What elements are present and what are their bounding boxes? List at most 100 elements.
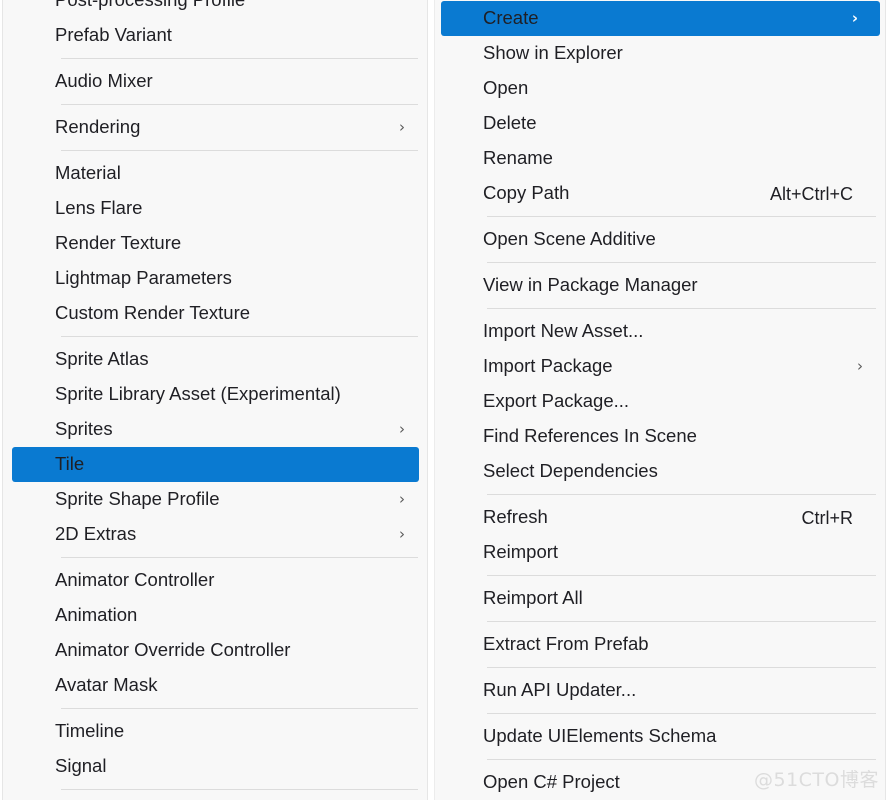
context-item-delete[interactable]: Delete	[435, 106, 885, 141]
context-item-view-in-package-manager: View in Package Manager	[435, 268, 885, 303]
menu-item-label: Sprite Atlas	[55, 348, 149, 370]
menu-item-label: Signal	[55, 755, 107, 777]
menu-item-label: Sprite Shape Profile	[55, 488, 220, 510]
context-item-run-api-updater: Run API Updater...	[435, 673, 885, 708]
chevron-right-icon: ›	[399, 490, 405, 508]
menu-item-label: Animation	[55, 604, 138, 626]
menu-item-label: Lens Flare	[55, 197, 143, 219]
menu-item-label: Copy Path	[483, 182, 570, 204]
menu-item-label: Reimport All	[483, 587, 583, 609]
context-item-open[interactable]: Open	[435, 71, 885, 106]
menu-separator	[487, 713, 876, 714]
menu-item-label: Open C# Project	[483, 771, 620, 793]
context-item-select-dependencies[interactable]: Select Dependencies	[435, 454, 885, 489]
context-item-find-references-in-scene: Find References In Scene	[435, 419, 885, 454]
create-item-lightmap-parameters[interactable]: Lightmap Parameters	[3, 261, 427, 296]
chevron-right-icon: ›	[399, 420, 405, 438]
menu-separator	[487, 216, 876, 217]
menu-separator	[487, 308, 876, 309]
menu-item-label: Animator Override Controller	[55, 639, 291, 661]
project-context-menu-list: Create › Show in Explorer Open Delete Rename C…	[435, 1, 885, 800]
create-item-sprites[interactable]: Sprites ›	[3, 412, 427, 447]
menu-separator	[61, 708, 418, 709]
create-item-animator-override-controller[interactable]: Animator Override Controller	[3, 633, 427, 668]
create-item-2d-extras[interactable]: 2D Extras ›	[3, 517, 427, 552]
context-item-import-new-asset[interactable]: Import New Asset...	[435, 314, 885, 349]
menu-item-shortcut: Ctrl+R	[801, 507, 853, 528]
create-submenu-list: Post-processing Profile Prefab Variant Aud…	[3, 0, 427, 790]
menu-item-label: Delete	[483, 112, 537, 134]
create-item-signal[interactable]: Signal	[3, 749, 427, 784]
create-item-material[interactable]: Material	[3, 156, 427, 191]
menu-separator	[61, 789, 418, 790]
create-item-lens-flare[interactable]: Lens Flare	[3, 191, 427, 226]
create-item-animation[interactable]: Animation	[3, 598, 427, 633]
menu-item-shortcut: Alt+Ctrl+C	[769, 183, 853, 204]
context-item-update-uielements-schema[interactable]: Update UIElements Schema	[435, 719, 885, 754]
context-item-show-in-explorer[interactable]: Show in Explorer	[435, 36, 885, 71]
chevron-right-icon: ›	[857, 357, 863, 375]
chevron-right-icon: ›	[851, 9, 858, 27]
create-item-avatar-mask[interactable]: Avatar Mask	[3, 668, 427, 703]
menu-item-label: Lightmap Parameters	[55, 267, 232, 289]
create-item-sprite-shape-profile[interactable]: Sprite Shape Profile ›	[3, 482, 427, 517]
menu-item-label: Show in Explorer	[483, 42, 623, 64]
menu-item-label: Rename	[483, 147, 553, 169]
menu-item-label: Refresh	[483, 506, 548, 528]
menu-item-label: Sprite Library Asset (Experimental)	[55, 383, 341, 405]
context-item-copy-path[interactable]: Copy Path Alt+Ctrl+C	[435, 176, 885, 211]
create-item-post-processing-profile[interactable]: Post-processing Profile	[3, 0, 427, 18]
menu-item-label: Tile	[55, 453, 85, 475]
context-item-create[interactable]: Create ›	[441, 1, 880, 36]
menu-item-label: Custom Render Texture	[55, 302, 251, 324]
menu-separator	[487, 759, 876, 760]
create-item-tile[interactable]: Tile	[12, 447, 419, 482]
menu-item-label: Timeline	[55, 720, 125, 742]
menu-item-label: Open Scene Additive	[483, 228, 656, 250]
create-item-prefab-variant: Prefab Variant	[3, 18, 427, 53]
menu-item-label: Extract From Prefab	[483, 633, 649, 655]
menu-item-label: 2D Extras	[55, 523, 137, 545]
create-item-animator-controller[interactable]: Animator Controller	[3, 563, 427, 598]
project-context-menu-panel: Create › Show in Explorer Open Delete Rename C…	[434, 0, 886, 800]
menu-item-label: Import New Asset...	[483, 320, 644, 342]
menu-item-label: Open	[483, 77, 529, 99]
chevron-right-icon: ›	[399, 525, 405, 543]
context-item-reimport-all[interactable]: Reimport All	[435, 581, 885, 616]
create-item-audio-mixer[interactable]: Audio Mixer	[3, 64, 427, 99]
menu-item-label: Import Package	[483, 355, 613, 377]
context-item-reimport[interactable]: Reimport	[435, 535, 885, 570]
menu-separator	[487, 262, 876, 263]
context-item-rename[interactable]: Rename	[435, 141, 885, 176]
menu-separator	[487, 494, 876, 495]
context-item-open-scene-additive: Open Scene Additive	[435, 222, 885, 257]
create-item-sprite-library-asset-experimental[interactable]: Sprite Library Asset (Experimental)	[3, 377, 427, 412]
context-item-import-package[interactable]: Import Package ›	[435, 349, 885, 384]
context-item-open-c-project[interactable]: Open C# Project	[435, 765, 885, 800]
menu-item-label: Audio Mixer	[55, 70, 153, 92]
create-item-render-texture[interactable]: Render Texture	[3, 226, 427, 261]
menu-item-label: Material	[55, 162, 121, 184]
menu-item-label: Post-processing Profile	[55, 0, 245, 10]
create-item-timeline[interactable]: Timeline	[3, 714, 427, 749]
menu-item-label: Update UIElements Schema	[483, 725, 717, 747]
menu-item-label: Sprites	[55, 418, 113, 440]
menu-separator	[487, 667, 876, 668]
context-item-export-package[interactable]: Export Package...	[435, 384, 885, 419]
menu-separator	[487, 621, 876, 622]
menu-item-label: Run API Updater...	[483, 679, 637, 701]
menu-item-label: Avatar Mask	[55, 674, 158, 696]
context-item-refresh[interactable]: Refresh Ctrl+R	[435, 500, 885, 535]
create-item-rendering[interactable]: Rendering ›	[3, 110, 427, 145]
menu-separator	[61, 557, 418, 558]
create-submenu-panel: Post-processing Profile Prefab Variant Aud…	[2, 0, 428, 800]
menu-separator	[61, 58, 418, 59]
create-item-custom-render-texture[interactable]: Custom Render Texture	[3, 296, 427, 331]
menu-item-label: View in Package Manager	[483, 274, 698, 296]
menu-separator	[487, 575, 876, 576]
create-item-sprite-atlas[interactable]: Sprite Atlas	[3, 342, 427, 377]
menu-separator	[61, 150, 418, 151]
menu-item-label: Prefab Variant	[55, 24, 172, 46]
menu-item-label: Export Package...	[483, 390, 630, 412]
menu-item-label: Reimport	[483, 541, 559, 563]
